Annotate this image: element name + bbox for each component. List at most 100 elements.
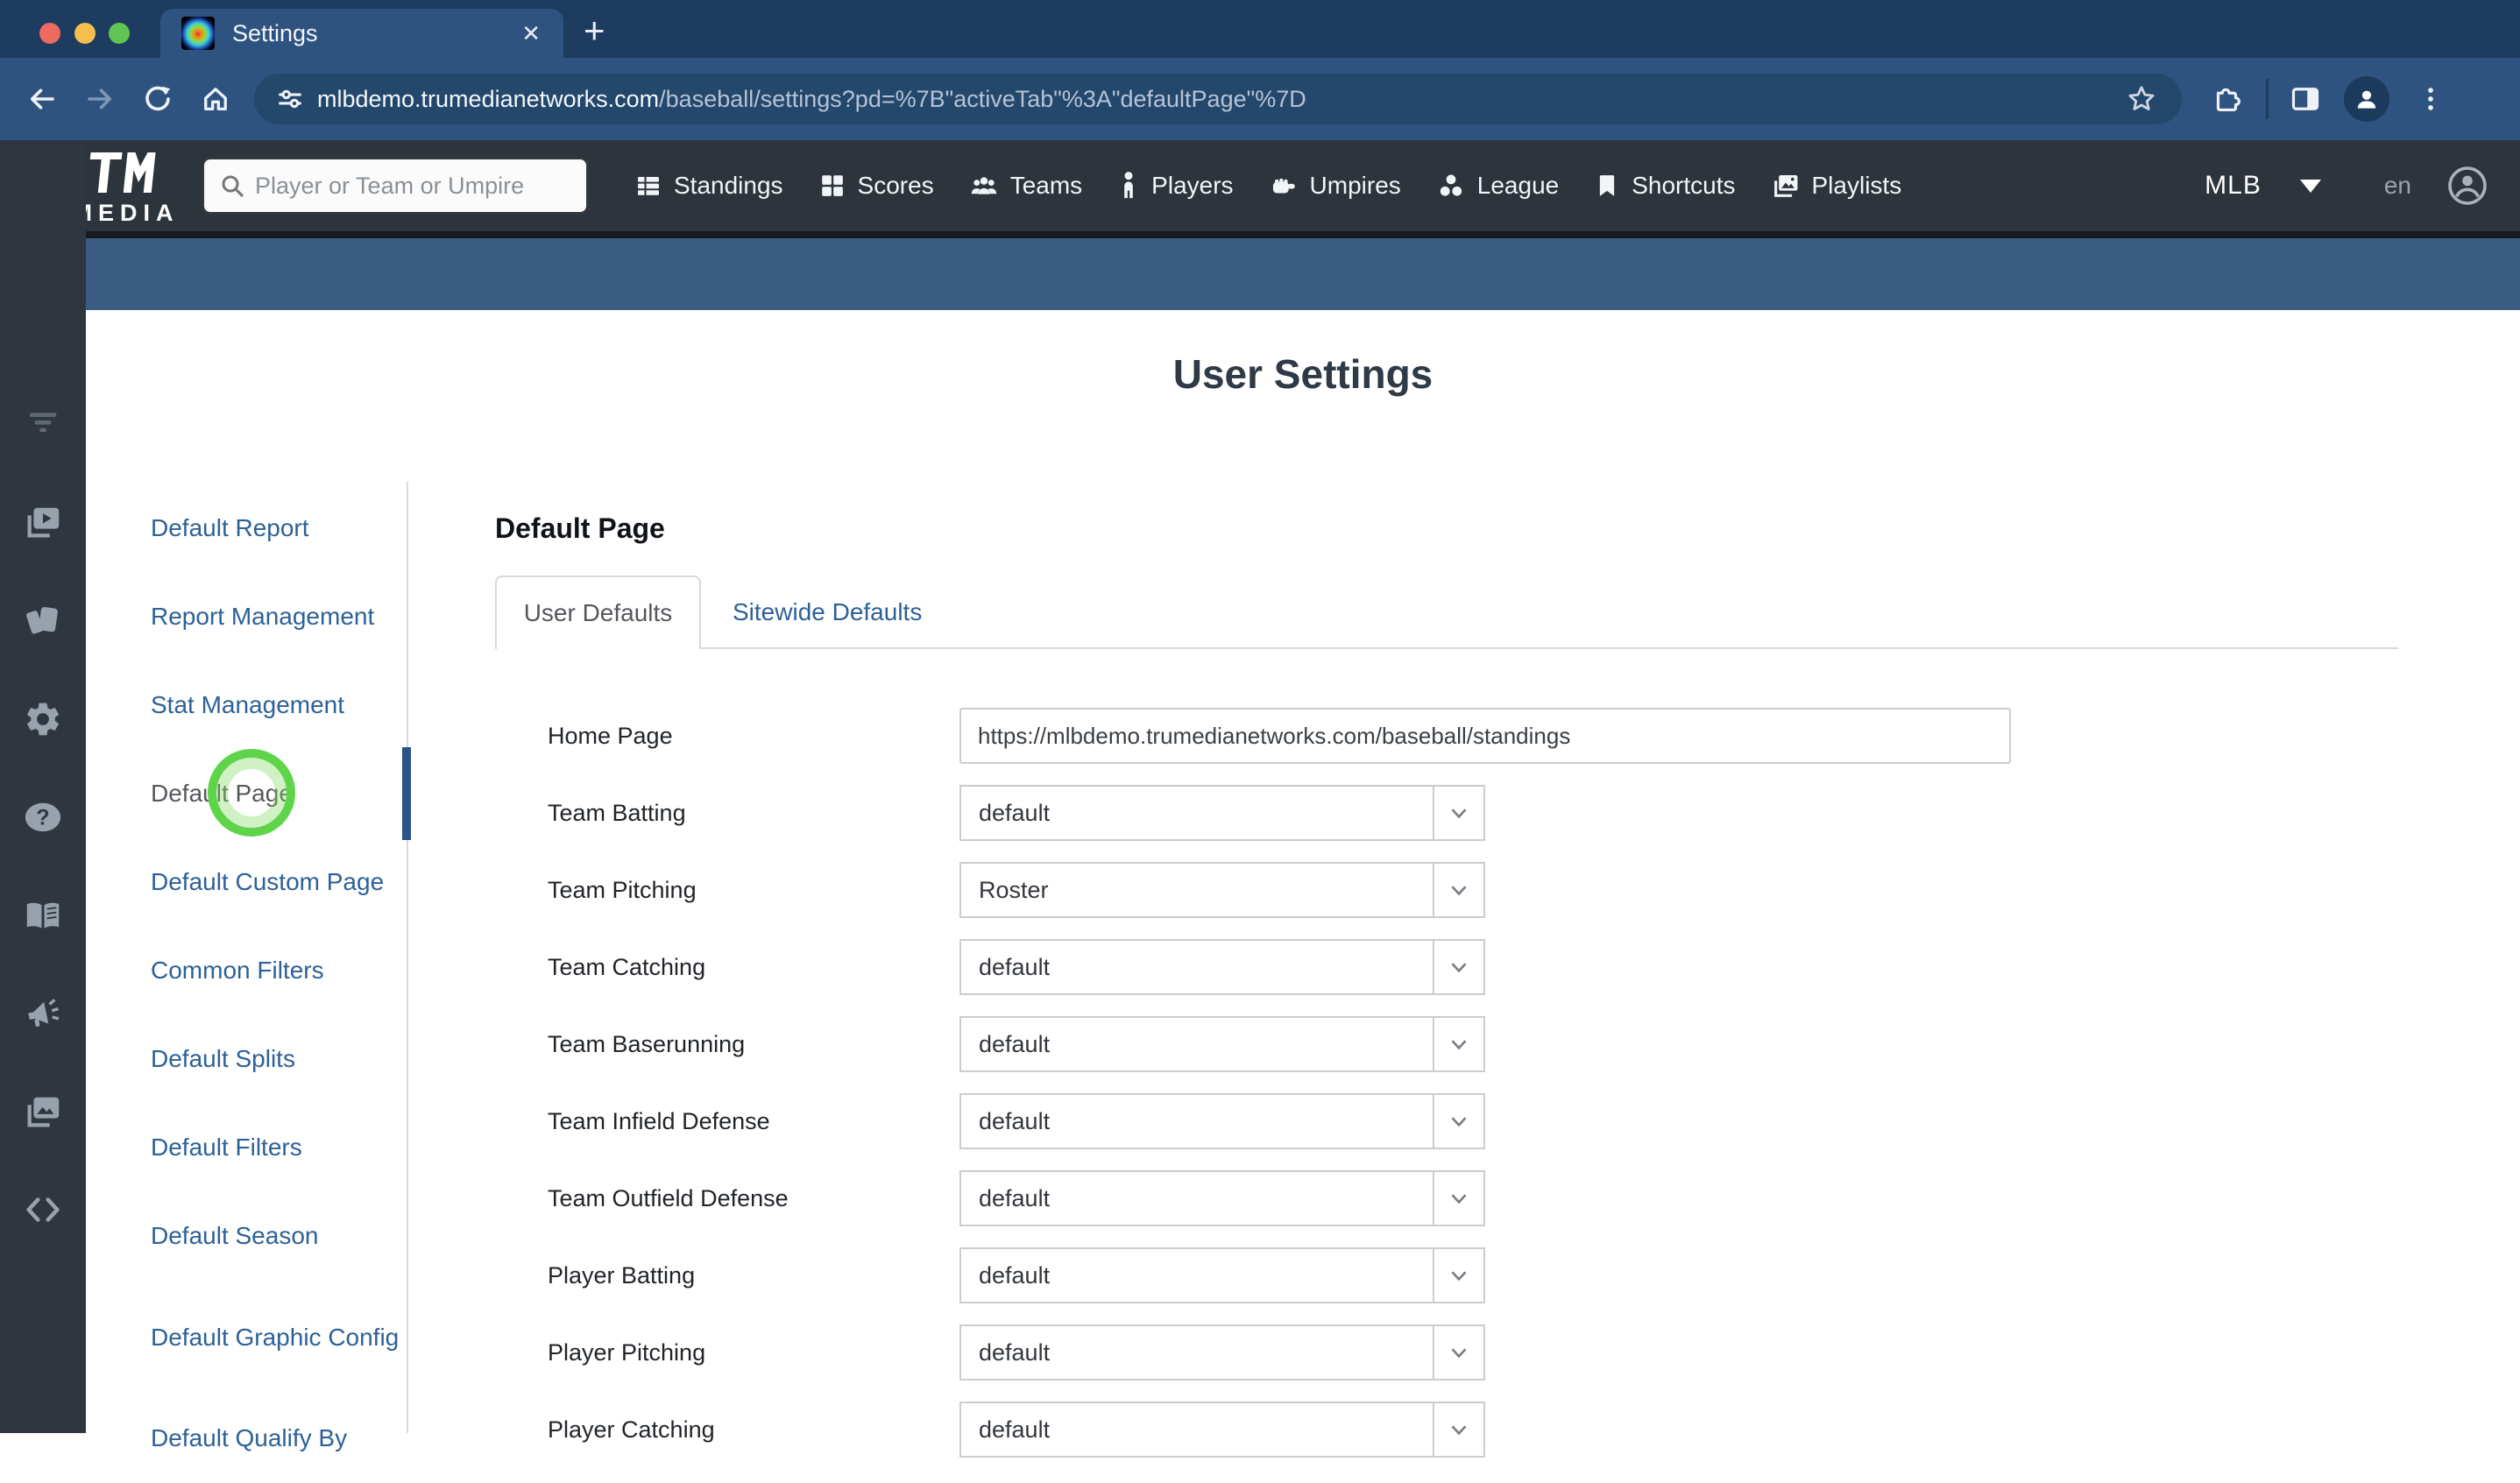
browser-profile-avatar[interactable]	[2344, 76, 2389, 122]
teams-icon	[969, 171, 999, 201]
form-row-team-infield-defense: Team Infield Defense default	[548, 1093, 2055, 1149]
home-page-input[interactable]	[959, 708, 2011, 764]
field-label: Player Catching	[548, 1416, 715, 1443]
league-selector[interactable]: MLB	[2205, 171, 2262, 201]
subheader-blue-strip	[86, 238, 2520, 310]
menu-item-default-splits[interactable]: Default Splits	[86, 1015, 405, 1104]
window-minimize-button[interactable]	[74, 23, 96, 44]
field-label: Team Catching	[548, 953, 706, 980]
menu-item-report-management[interactable]: Report Management	[86, 573, 405, 661]
menu-item-default-report[interactable]: Default Report	[86, 484, 405, 573]
browser-tab[interactable]: Settings ✕	[160, 9, 563, 58]
nav-item-teams[interactable]: Teams	[969, 171, 1082, 201]
form-row-team-pitching: Team Pitching Roster	[548, 862, 2055, 918]
form-row-team-outfield-defense: Team Outfield Defense default	[548, 1170, 2055, 1226]
form-row-player-batting: Player Batting default	[548, 1247, 2055, 1303]
menu-dots-icon[interactable]	[2416, 84, 2446, 114]
default-page-form: Home Page Team Batting default Team Pitc…	[548, 708, 2055, 1458]
language-label[interactable]: en	[2384, 172, 2411, 200]
bookmark-star-icon[interactable]	[2126, 83, 2157, 115]
settings-menu: Default Report Report Management Stat Ma…	[86, 484, 408, 1483]
team-catching-select[interactable]: default	[959, 939, 1485, 995]
player-batting-select[interactable]: default	[959, 1247, 1485, 1303]
menu-item-default-qualify-by[interactable]: Default Qualify By	[86, 1395, 405, 1483]
icon-sidebar: ?	[0, 140, 86, 1433]
section-title: Default Page	[495, 512, 665, 544]
league-caret-icon[interactable]	[2299, 179, 2321, 193]
menu-item-default-filters[interactable]: Default Filters	[86, 1104, 405, 1192]
app-navbar: TRUMEDIA Player or Team or Umpire Standi…	[0, 140, 2520, 231]
search-input[interactable]: Player or Team or Umpire	[202, 157, 589, 215]
navbar-bottom-divider	[0, 231, 2520, 238]
team-infield-defense-select[interactable]: default	[959, 1093, 1485, 1149]
chevron-down-icon	[1433, 941, 1483, 993]
account-icon[interactable]	[2446, 165, 2488, 207]
nav-item-scores[interactable]: Scores	[818, 172, 934, 200]
browser-tabstrip: Settings ✕ +	[0, 0, 2520, 58]
window-close-button[interactable]	[39, 23, 60, 44]
click-indicator	[208, 749, 295, 837]
menu-item-common-filters[interactable]: Common Filters	[86, 927, 405, 1015]
forward-icon[interactable]	[84, 83, 116, 115]
cards-icon[interactable]	[23, 601, 63, 641]
team-outfield-defense-select[interactable]: default	[959, 1170, 1485, 1226]
menu-item-default-graphic-config[interactable]: Default Graphic Config	[86, 1281, 405, 1395]
side-panel-icon[interactable]	[2290, 83, 2321, 115]
tab-close-icon[interactable]: ✕	[521, 20, 541, 47]
standings-icon	[634, 172, 662, 200]
player-pitching-select[interactable]: default	[959, 1324, 1485, 1381]
tab-user-defaults[interactable]: User Defaults	[495, 576, 701, 649]
video-playlists-icon[interactable]	[23, 502, 63, 542]
api-code-icon[interactable]	[23, 1190, 63, 1230]
nav-item-playlists[interactable]: Playlists	[1771, 171, 1901, 201]
nav-item-shortcuts[interactable]: Shortcuts	[1594, 172, 1736, 200]
field-label: Home Page	[548, 722, 673, 749]
chevron-down-icon	[1433, 1018, 1483, 1070]
players-icon	[1117, 171, 1140, 201]
playlists-icon	[1771, 171, 1801, 201]
form-row-team-batting: Team Batting default	[548, 785, 2055, 841]
nav-item-umpires[interactable]: Umpires	[1269, 171, 1401, 201]
tab-title: Settings	[232, 19, 318, 46]
team-batting-select[interactable]: default	[959, 785, 1485, 841]
site-favicon	[181, 17, 215, 50]
url-bar[interactable]: mlbdemo.trumedianetworks.com/baseball/se…	[254, 74, 2182, 124]
search-placeholder: Player or Team or Umpire	[255, 172, 525, 199]
shortcuts-icon	[1594, 172, 1620, 200]
nav-item-players[interactable]: Players	[1117, 171, 1234, 201]
url-host: mlbdemo.trumedianetworks.com	[317, 85, 660, 112]
settings-gear-icon[interactable]	[23, 699, 63, 739]
field-label: Player Pitching	[548, 1338, 706, 1366]
menu-item-stat-management[interactable]: Stat Management	[86, 661, 405, 750]
browser-toolbar: mlbdemo.trumedianetworks.com/baseball/se…	[0, 58, 2520, 140]
media-gallery-icon[interactable]	[23, 1091, 63, 1132]
nav-item-standings[interactable]: Standings	[634, 172, 783, 200]
menu-item-default-custom-page[interactable]: Default Custom Page	[86, 838, 405, 927]
form-row-team-catching: Team Catching default	[548, 939, 2055, 995]
nav-item-league[interactable]: League	[1436, 171, 1559, 201]
url-path: /baseball/settings?pd=%7B"activeTab"%3A"…	[659, 85, 1306, 112]
tab-sitewide-defaults[interactable]: Sitewide Defaults	[701, 576, 953, 649]
form-row-player-catching: Player Catching default	[548, 1402, 2055, 1458]
team-pitching-select[interactable]: Roster	[959, 862, 1485, 918]
search-icon	[218, 172, 246, 200]
team-baserunning-select[interactable]: default	[959, 1016, 1485, 1072]
docs-book-icon[interactable]	[23, 895, 63, 936]
extensions-icon[interactable]	[2212, 83, 2243, 115]
form-row-player-pitching: Player Pitching default	[548, 1324, 2055, 1381]
window-zoom-button[interactable]	[109, 23, 130, 44]
new-tab-button[interactable]: +	[584, 12, 605, 49]
player-catching-select[interactable]: default	[959, 1402, 1485, 1458]
announcements-megaphone-icon[interactable]	[23, 993, 63, 1034]
reload-icon[interactable]	[142, 83, 173, 115]
back-icon[interactable]	[26, 83, 58, 115]
field-label: Team Outfield Defense	[548, 1184, 789, 1211]
chevron-down-icon	[1433, 1403, 1483, 1456]
form-row-team-baserunning: Team Baserunning default	[548, 1016, 2055, 1072]
site-info-icon[interactable]	[275, 84, 305, 114]
home-icon[interactable]	[200, 83, 231, 115]
filter-icon[interactable]	[23, 401, 63, 441]
help-icon[interactable]: ?	[23, 797, 63, 837]
field-label: Team Pitching	[548, 876, 697, 903]
menu-item-default-season[interactable]: Default Season	[86, 1192, 405, 1281]
